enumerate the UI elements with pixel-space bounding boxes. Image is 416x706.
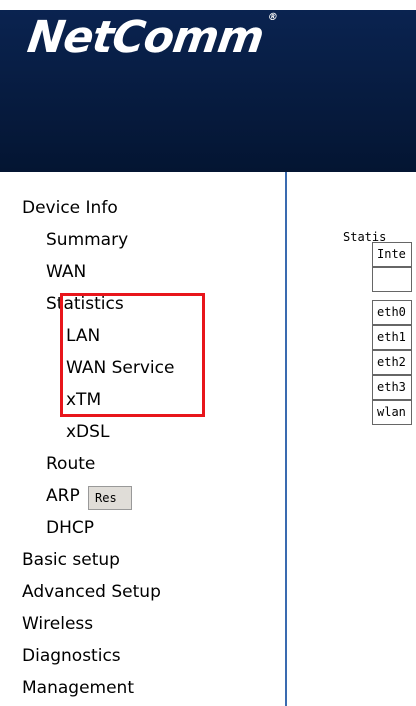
nav-route[interactable]: Route <box>46 454 95 474</box>
table-row: wlan <box>372 400 412 425</box>
reset-button[interactable]: Res <box>88 486 132 510</box>
nav-dhcp[interactable]: DHCP <box>46 518 94 538</box>
table-row: eth0 <box>372 300 412 325</box>
nav-summary[interactable]: Summary <box>46 230 128 250</box>
netcomm-logo: NetComm® <box>24 12 278 63</box>
header-banner: NetComm® <box>0 0 416 172</box>
nav-wan[interactable]: WAN <box>46 262 86 282</box>
content-panel: Statis Inte eth0 eth1 eth2 eth3 wlan <box>287 172 416 706</box>
statistics-submenu-highlight <box>60 293 205 417</box>
nav-advanced-setup[interactable]: Advanced Setup <box>22 582 161 602</box>
nav-wireless[interactable]: Wireless <box>22 614 93 634</box>
table-row: eth3 <box>372 375 412 400</box>
table-row: eth1 <box>372 325 412 350</box>
nav-device-info[interactable]: Device Info <box>22 198 118 218</box>
table-header-blank <box>372 267 412 292</box>
header-top-strip <box>0 0 416 10</box>
nav-stats-xdsl[interactable]: xDSL <box>66 422 109 442</box>
table-header-interface: Inte <box>372 242 412 267</box>
nav-basic-setup[interactable]: Basic setup <box>22 550 120 570</box>
nav-diagnostics[interactable]: Diagnostics <box>22 646 121 666</box>
nav-management[interactable]: Management <box>22 678 134 698</box>
table-row: eth2 <box>372 350 412 375</box>
nav-arp[interactable]: ARP <box>46 486 80 506</box>
